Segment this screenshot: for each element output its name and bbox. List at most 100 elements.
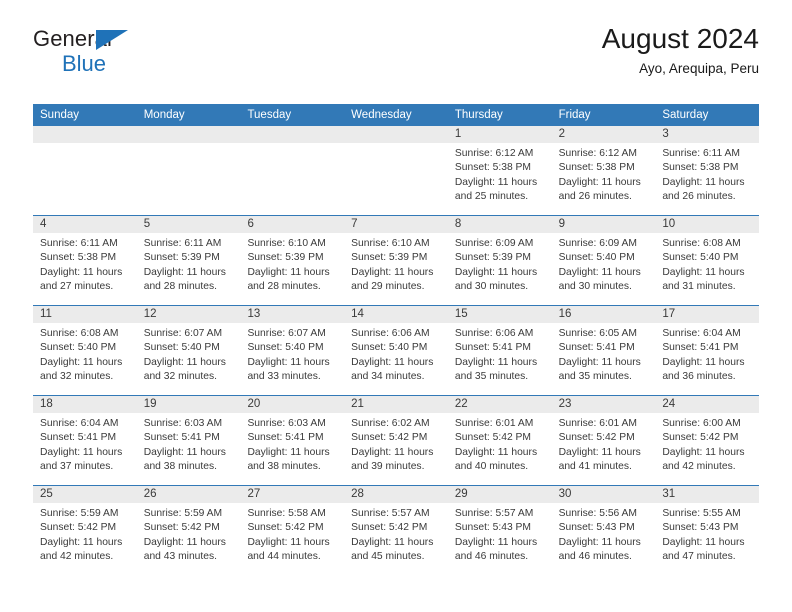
day-number xyxy=(33,126,137,143)
day-cell[interactable]: 21 Sunrise: 6:02 AM Sunset: 5:42 PM Dayligh… xyxy=(344,396,448,485)
day-sun-info: Sunrise: 6:01 AM Sunset: 5:42 PM Daylight:… xyxy=(552,413,656,474)
day-info-line: Sunrise: 5:57 AM xyxy=(454,508,534,519)
day-sun-info: Sunrise: 6:09 AM Sunset: 5:39 PM Daylight:… xyxy=(448,233,552,294)
day-cell[interactable]: 28 Sunrise: 5:57 AM Sunset: 5:42 PM Dayligh… xyxy=(344,486,448,575)
day-cell[interactable]: 19 Sunrise: 6:03 AM Sunset: 5:41 PM Dayligh… xyxy=(136,396,241,485)
day-info-line: Sunrise: 6:12 AM xyxy=(558,148,638,159)
day-info-line: Sunrise: 5:59 AM xyxy=(143,508,223,519)
day-info-line: Daylight: 11 hours xyxy=(558,176,641,188)
day-info-line: Daylight: 11 hours xyxy=(40,356,123,368)
day-cell[interactable]: 20 Sunrise: 6:03 AM Sunset: 5:41 PM Dayligh… xyxy=(240,396,345,485)
day-cell[interactable]: 15 Sunrise: 6:06 AM Sunset: 5:41 PM Dayligh… xyxy=(447,306,552,395)
day-cell[interactable]: 9 Sunrise: 6:09 AM Sunset: 5:40 PM Daylight… xyxy=(551,216,656,305)
weekday-header-wednesday: Wednesday xyxy=(351,109,412,121)
day-cell[interactable]: 13 Sunrise: 6:07 AM Sunset: 5:40 PM Dayligh… xyxy=(240,306,345,395)
title-block: August 2024 Ayo, Arequipa, Peru xyxy=(602,22,759,79)
day-info-line: and 39 minutes. xyxy=(351,460,425,472)
day-number: 29 xyxy=(447,486,552,503)
day-info-line: Daylight: 11 hours xyxy=(454,446,538,458)
day-info-line: Daylight: 11 hours xyxy=(247,356,330,368)
day-info-line: Daylight: 11 hours xyxy=(662,266,745,278)
day-sun-info: Sunrise: 5:59 AM Sunset: 5:42 PM Daylight:… xyxy=(137,503,241,564)
day-info-line: Sunrise: 6:07 AM xyxy=(143,328,223,339)
weekday-header-saturday: Saturday xyxy=(662,109,709,121)
day-info-line: Sunrise: 5:59 AM xyxy=(40,508,119,519)
day-info-line: Daylight: 11 hours xyxy=(558,446,641,458)
day-info-line: Sunrise: 6:03 AM xyxy=(143,418,223,429)
day-info-line: Daylight: 11 hours xyxy=(454,176,538,188)
day-info-line: Sunset: 5:43 PM xyxy=(454,522,532,534)
location-subtitle: Ayo, Arequipa, Peru xyxy=(639,61,759,76)
day-cell[interactable]: 8 Sunrise: 6:09 AM Sunset: 5:39 PM Daylight… xyxy=(447,216,552,305)
day-cell[interactable]: 26 Sunrise: 5:59 AM Sunset: 5:42 PM Dayligh… xyxy=(136,486,241,575)
weekday-header-row: Sunday Monday Tuesday Wednesday Thursday Frid… xyxy=(33,104,759,126)
day-info-line: Sunset: 5:42 PM xyxy=(351,432,428,444)
day-sun-info: Sunrise: 6:11 AM Sunset: 5:38 PM Daylight:… xyxy=(33,233,137,294)
day-cell[interactable]: 25 Sunrise: 5:59 AM Sunset: 5:42 PM Dayligh… xyxy=(33,486,137,575)
day-info-line: Sunset: 5:38 PM xyxy=(662,162,739,174)
day-info-line: Daylight: 11 hours xyxy=(558,536,641,548)
day-info-line: and 26 minutes. xyxy=(662,190,736,202)
day-info-line: Sunrise: 6:09 AM xyxy=(558,238,638,249)
day-number: 24 xyxy=(655,396,760,413)
day-sun-info: Sunrise: 5:55 AM Sunset: 5:43 PM Daylight:… xyxy=(655,503,759,564)
day-cell[interactable]: 11 Sunrise: 6:08 AM Sunset: 5:40 PM Dayligh… xyxy=(33,306,137,395)
day-number: 27 xyxy=(240,486,345,503)
day-cell[interactable]: 16 Sunrise: 6:05 AM Sunset: 5:41 PM Dayligh… xyxy=(551,306,656,395)
day-info-line: Daylight: 11 hours xyxy=(247,536,330,548)
day-number: 11 xyxy=(33,306,137,323)
day-info-line: Daylight: 11 hours xyxy=(351,536,434,548)
day-info-line: Sunset: 5:40 PM xyxy=(40,342,117,354)
day-cell[interactable]: 4 Sunrise: 6:11 AM Sunset: 5:38 PM Daylight… xyxy=(33,216,137,305)
day-cell[interactable]: 1 Sunrise: 6:12 AM Sunset: 5:38 PM Daylight… xyxy=(447,126,552,215)
day-info-line: Sunrise: 6:00 AM xyxy=(662,418,741,429)
day-info-line: Daylight: 11 hours xyxy=(351,266,434,278)
day-info-line: and 38 minutes. xyxy=(143,460,217,472)
day-cell[interactable]: 2 Sunrise: 6:12 AM Sunset: 5:38 PM Daylight… xyxy=(551,126,656,215)
day-cell[interactable]: 31 Sunrise: 5:55 AM Sunset: 5:43 PM Dayligh… xyxy=(655,486,760,575)
general-blue-logo[interactable]: General Blue xyxy=(33,28,128,75)
day-info-line: Sunset: 5:40 PM xyxy=(558,252,635,264)
day-info-line: Sunrise: 6:11 AM xyxy=(143,238,222,249)
day-info-line: Sunset: 5:39 PM xyxy=(351,252,428,264)
day-number: 2 xyxy=(551,126,656,143)
day-info-line: Sunset: 5:43 PM xyxy=(558,522,635,534)
day-info-line: Sunset: 5:41 PM xyxy=(40,432,117,444)
day-info-line: Sunrise: 6:08 AM xyxy=(662,238,741,249)
day-info-line: and 26 minutes. xyxy=(558,190,632,202)
day-info-line: Sunrise: 6:06 AM xyxy=(351,328,430,339)
day-info-line: Sunrise: 6:09 AM xyxy=(454,238,534,249)
day-cell[interactable]: 27 Sunrise: 5:58 AM Sunset: 5:42 PM Dayligh… xyxy=(240,486,345,575)
day-info-line: Sunset: 5:42 PM xyxy=(351,522,428,534)
day-sun-info: Sunrise: 6:04 AM Sunset: 5:41 PM Daylight:… xyxy=(33,413,137,474)
day-info-line: and 46 minutes. xyxy=(454,550,529,562)
day-sun-info xyxy=(240,143,344,147)
day-cell[interactable]: 10 Sunrise: 6:08 AM Sunset: 5:40 PM Dayligh… xyxy=(655,216,760,305)
day-info-line: Sunset: 5:38 PM xyxy=(454,162,532,174)
day-cell[interactable]: 6 Sunrise: 6:10 AM Sunset: 5:39 PM Daylight… xyxy=(240,216,345,305)
day-cell[interactable]: 24 Sunrise: 6:00 AM Sunset: 5:42 PM Dayligh… xyxy=(655,396,760,485)
day-info-line: and 29 minutes. xyxy=(351,280,425,292)
day-cell[interactable]: 18 Sunrise: 6:04 AM Sunset: 5:41 PM Dayligh… xyxy=(33,396,137,485)
day-info-line: and 44 minutes. xyxy=(247,550,321,562)
calendar-week-row: 18 Sunrise: 6:04 AM Sunset: 5:41 PM Dayligh… xyxy=(33,395,760,485)
day-number: 7 xyxy=(344,216,448,233)
day-number: 28 xyxy=(344,486,448,503)
day-cell[interactable]: 14 Sunrise: 6:06 AM Sunset: 5:40 PM Dayligh… xyxy=(344,306,448,395)
day-cell[interactable]: 5 Sunrise: 6:11 AM Sunset: 5:39 PM Daylight… xyxy=(136,216,241,305)
day-cell[interactable]: 22 Sunrise: 6:01 AM Sunset: 5:42 PM Dayligh… xyxy=(447,396,552,485)
day-info-line: and 42 minutes. xyxy=(40,550,114,562)
day-info-line: and 33 minutes. xyxy=(247,370,321,382)
day-cell[interactable]: 7 Sunrise: 6:10 AM Sunset: 5:39 PM Daylight… xyxy=(344,216,448,305)
calendar-page: General Blue August 2024 Ayo, Arequipa, … xyxy=(0,0,792,612)
day-cell[interactable]: 29 Sunrise: 5:57 AM Sunset: 5:43 PM Dayligh… xyxy=(447,486,552,575)
day-cell[interactable]: 17 Sunrise: 6:04 AM Sunset: 5:41 PM Dayligh… xyxy=(655,306,760,395)
day-number: 25 xyxy=(33,486,137,503)
day-sun-info: Sunrise: 6:10 AM Sunset: 5:39 PM Daylight:… xyxy=(344,233,448,294)
day-cell[interactable]: 3 Sunrise: 6:11 AM Sunset: 5:38 PM Daylight… xyxy=(655,126,760,215)
day-cell[interactable]: 12 Sunrise: 6:07 AM Sunset: 5:40 PM Dayligh… xyxy=(136,306,241,395)
day-info-line: Sunset: 5:39 PM xyxy=(247,252,324,264)
day-cell[interactable]: 30 Sunrise: 5:56 AM Sunset: 5:43 PM Dayligh… xyxy=(551,486,656,575)
day-cell[interactable]: 23 Sunrise: 6:01 AM Sunset: 5:42 PM Dayligh… xyxy=(551,396,656,485)
day-info-line: Sunrise: 6:03 AM xyxy=(247,418,326,429)
